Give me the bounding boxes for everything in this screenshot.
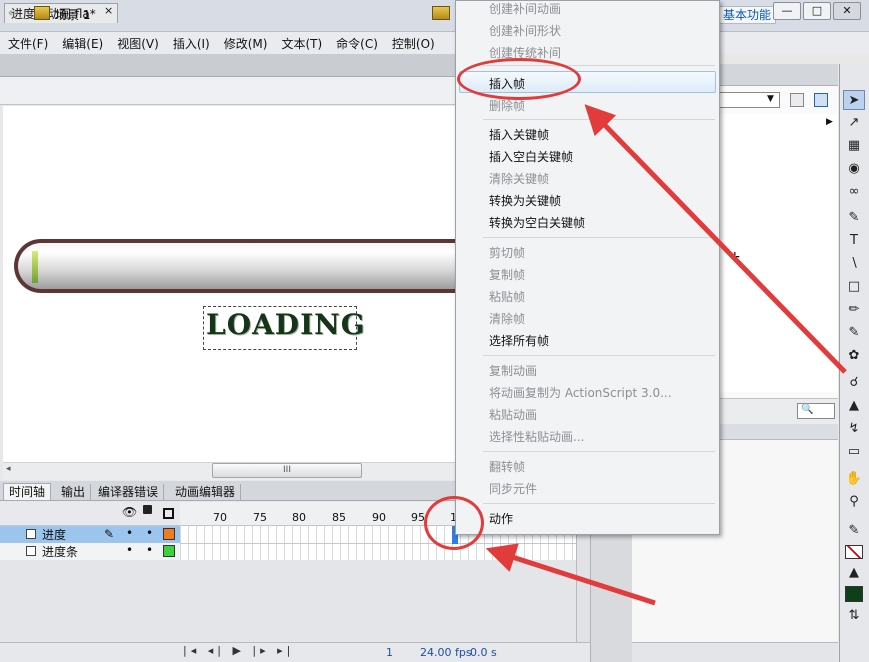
arrow-to-insert-frame	[584, 104, 847, 374]
arrow-to-selected-frame	[485, 543, 656, 606]
annotation-arrows	[485, 104, 847, 606]
